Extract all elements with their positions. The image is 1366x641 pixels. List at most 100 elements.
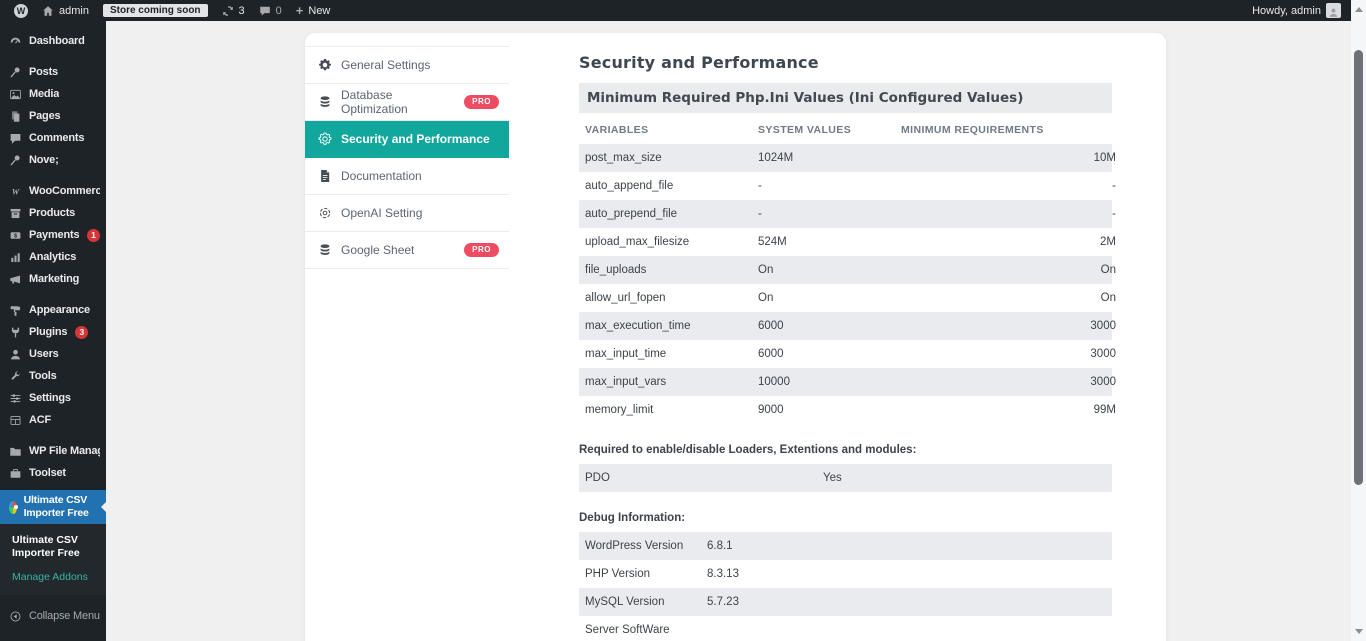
nav-item-google-sheet[interactable]: Google Sheet PRO xyxy=(305,232,509,269)
sidebar-item-users[interactable]: Users xyxy=(0,343,106,365)
sidebar-item-acf[interactable]: ACF xyxy=(0,409,106,431)
sidebar-separator xyxy=(0,290,106,299)
document-icon xyxy=(318,169,332,183)
wrench-icon xyxy=(9,370,22,383)
howdy-text: Howdy, admin xyxy=(1252,5,1321,17)
sidebar-item-nove[interactable]: Nove; xyxy=(0,149,106,171)
scroll-down-arrow-icon[interactable] xyxy=(1355,629,1363,634)
comments-menu[interactable]: 0 xyxy=(252,0,289,21)
scroll-up-arrow-icon[interactable] xyxy=(1355,7,1363,12)
acf-grid-icon xyxy=(9,414,22,427)
column-header-variables: VARIABLES xyxy=(585,124,758,136)
collapse-menu-button[interactable]: Collapse Menu xyxy=(0,605,106,627)
sidebar-item-appearance[interactable]: Appearance xyxy=(0,299,106,321)
pro-badge: PRO xyxy=(464,243,499,257)
csv-importer-submenu: Ultimate CSV Importer Free Manage Addons xyxy=(0,524,106,595)
pro-badge: PRO xyxy=(464,95,499,109)
sidebar-item-tools[interactable]: Tools xyxy=(0,365,106,387)
sidebar-item-dashboard[interactable]: Dashboard xyxy=(0,30,106,52)
plus-icon: + xyxy=(296,4,304,17)
sliders-icon xyxy=(9,392,22,405)
sidebar-separator xyxy=(0,431,106,440)
store-status[interactable]: Store coming soon xyxy=(96,0,215,21)
archive-box-icon xyxy=(9,207,22,220)
table-row: post_max_size1024M10M xyxy=(579,144,1112,172)
ini-table-body: post_max_size1024M10M auto_append_file--… xyxy=(579,144,1112,424)
sidebar-item-toolset[interactable]: Toolset xyxy=(0,462,106,484)
updates-menu[interactable]: 3 xyxy=(215,0,252,21)
update-count: 3 xyxy=(239,5,245,17)
database-icon xyxy=(318,95,332,109)
svg-text:$: $ xyxy=(14,233,17,239)
nav-item-general-settings[interactable]: General Settings xyxy=(305,47,509,84)
sidebar-item-settings[interactable]: Settings xyxy=(0,387,106,409)
sidebar-item-analytics[interactable]: Analytics xyxy=(0,246,106,268)
table-row: max_execution_time60003000 xyxy=(579,312,1112,340)
ini-table-header: Minimum Required Php.Ini Values (Ini Con… xyxy=(579,83,1112,113)
nav-item-security-and-performance[interactable]: Security and Performance xyxy=(305,121,509,158)
sidebar-item-media[interactable]: Media xyxy=(0,83,106,105)
plug-icon xyxy=(9,326,22,339)
admin-bar: W admin Store coming soon 3 0 + New Howd… xyxy=(0,0,1351,21)
sidebar-item-comments[interactable]: Comments xyxy=(0,127,106,149)
wp-logo-menu[interactable]: W xyxy=(7,0,35,21)
table-row: auto_prepend_file-- xyxy=(579,200,1112,228)
sidebar-item-wp-file-manager[interactable]: WP File Manager xyxy=(0,440,106,462)
svg-text:W: W xyxy=(12,186,20,196)
user-icon xyxy=(9,348,22,361)
security-performance-panel: Security and Performance Minimum Require… xyxy=(579,53,1112,641)
table-row: max_input_time60003000 xyxy=(579,340,1112,368)
scrollbar-thumb[interactable] xyxy=(1354,50,1363,485)
nav-item-database-optimization[interactable]: Database Optimization PRO xyxy=(305,84,509,121)
ini-table-column-headers: VARIABLES SYSTEM VALUES MINIMUM REQUIREM… xyxy=(579,113,1112,144)
media-icon xyxy=(9,88,22,101)
submenu-item-ultimate-csv-importer-free[interactable]: Ultimate CSV Importer Free xyxy=(0,531,106,563)
comment-count: 0 xyxy=(276,5,282,17)
openai-icon xyxy=(318,206,332,220)
sidebar-item-payments[interactable]: $ Payments 1 xyxy=(0,224,106,246)
site-name: admin xyxy=(59,5,89,17)
sidebar-item-woocommerce[interactable]: W WooCommerce xyxy=(0,180,106,202)
debug-row: PHP Version8.3.13 xyxy=(579,560,1112,588)
table-row: memory_limit900099M xyxy=(579,396,1112,424)
my-account-menu[interactable]: Howdy, admin xyxy=(1245,0,1351,21)
table-row: auto_append_file-- xyxy=(579,172,1112,200)
new-label: New xyxy=(308,5,330,17)
debug-table: WordPress Version6.8.1 PHP Version8.3.13… xyxy=(579,532,1112,641)
admin-sidebar: Dashboard Posts Media Pages Comments Nov… xyxy=(0,21,106,641)
nav-item-openai-setting[interactable]: OpenAI Setting xyxy=(305,195,509,232)
store-coming-soon-badge: Store coming soon xyxy=(103,4,208,17)
nav-item-documentation[interactable]: Documentation xyxy=(305,158,509,195)
loader-value: Yes xyxy=(823,472,1106,484)
comment-bubble-icon xyxy=(259,5,271,17)
csv-importer-plugin-icon xyxy=(9,501,17,514)
submenu-item-manage-addons[interactable]: Manage Addons xyxy=(0,568,106,586)
new-content-menu[interactable]: + New xyxy=(289,0,338,21)
sidebar-item-ultimate-csv-importer[interactable]: Ultimate CSV Importer Free xyxy=(0,490,106,524)
sidebar-item-products[interactable]: Products xyxy=(0,202,106,224)
sidebar-item-pages[interactable]: Pages xyxy=(0,105,106,127)
home-icon xyxy=(42,5,54,17)
site-name-menu[interactable]: admin xyxy=(35,0,96,21)
user-silhouette-icon xyxy=(1328,7,1339,18)
browser-scrollbar[interactable] xyxy=(1351,0,1366,641)
paint-roller-icon xyxy=(9,304,22,317)
payments-icon: $ xyxy=(9,229,22,242)
sidebar-item-marketing[interactable]: Marketing xyxy=(0,268,106,290)
loaders-section-label: Required to enable/disable Loaders, Exte… xyxy=(579,444,1112,456)
plugins-notification-badge: 3 xyxy=(75,326,88,339)
sidebar-item-plugins[interactable]: Plugins 3 xyxy=(0,321,106,343)
pages-icon xyxy=(9,110,22,123)
bar-chart-icon xyxy=(9,251,22,264)
woocommerce-icon: W xyxy=(9,185,22,198)
sidebar-item-posts[interactable]: Posts xyxy=(0,61,106,83)
column-header-system-values: SYSTEM VALUES xyxy=(758,124,901,136)
loaders-row: PDO Yes xyxy=(579,464,1112,492)
debug-section-label: Debug Information: xyxy=(579,512,1112,524)
table-row: upload_max_filesize524M2M xyxy=(579,228,1112,256)
sidebar-separator xyxy=(0,52,106,61)
database-icon xyxy=(318,243,332,257)
plugin-settings-card: General Settings Database Optimization P… xyxy=(305,33,1166,641)
avatar xyxy=(1326,3,1341,18)
debug-row: MySQL Version5.7.23 xyxy=(579,588,1112,616)
